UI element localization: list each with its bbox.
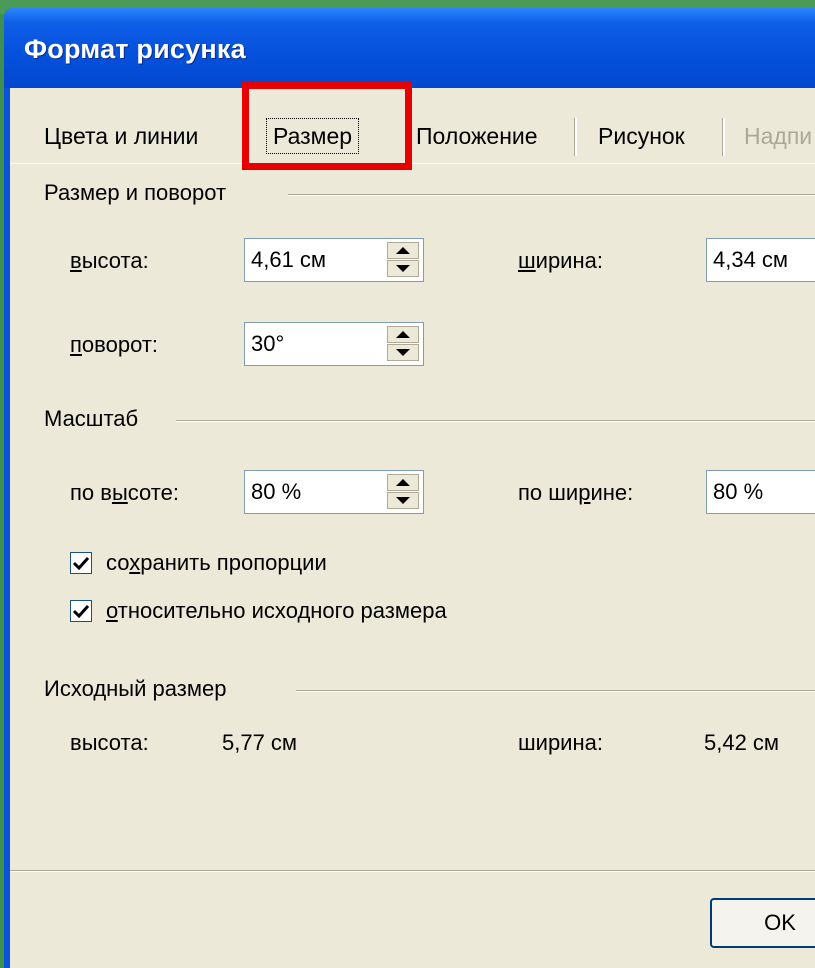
ok-button[interactable]: OK bbox=[710, 898, 815, 948]
arrow-down-icon bbox=[396, 497, 410, 504]
relative-original-checkbox[interactable] bbox=[70, 600, 92, 622]
tab-strip: Цвета и линии Размер Положение Рисунок Н… bbox=[10, 82, 815, 170]
original-height-value: 5,77 см bbox=[222, 730, 298, 755]
scale-width-label: по ширине: bbox=[518, 480, 634, 505]
rotation-spinner[interactable]: 30° bbox=[244, 322, 424, 366]
original-height-label: высота: bbox=[70, 730, 149, 755]
scale-height-spin-buttons[interactable] bbox=[387, 474, 419, 510]
group-size-rotation-header: Размер и поворот bbox=[44, 180, 227, 205]
scale-height-spin-up[interactable] bbox=[387, 474, 419, 491]
width-label: ширина: bbox=[518, 248, 603, 273]
original-width-label: ширина: bbox=[518, 730, 603, 755]
original-width-value: 5,42 см bbox=[704, 730, 780, 755]
rotation-label: поворот: bbox=[70, 332, 159, 357]
height-spin-down[interactable] bbox=[387, 260, 419, 277]
title-bar[interactable]: Формат рисунка bbox=[4, 8, 815, 88]
tab-colors-lines[interactable]: Цвета и линии bbox=[38, 112, 204, 160]
group-scale-header: Масштаб bbox=[44, 406, 139, 431]
arrow-down-icon bbox=[396, 265, 410, 272]
group-divider bbox=[288, 194, 815, 196]
rotation-spin-buttons[interactable] bbox=[387, 326, 419, 362]
scale-height-label: по высоте: bbox=[70, 480, 179, 505]
scale-width-spinner[interactable]: 80 % bbox=[706, 470, 815, 514]
arrow-up-icon bbox=[396, 247, 410, 254]
scale-width-input[interactable]: 80 % bbox=[713, 479, 763, 505]
group-divider bbox=[296, 690, 815, 692]
height-spinner[interactable]: 4,61 см bbox=[244, 238, 424, 282]
keep-ratio-checkbox[interactable] bbox=[70, 552, 92, 574]
arrow-up-icon bbox=[396, 479, 410, 486]
rotation-spin-down[interactable] bbox=[387, 344, 419, 361]
scale-height-spinner[interactable]: 80 % bbox=[244, 470, 424, 514]
rotation-spin-up[interactable] bbox=[387, 326, 419, 343]
arrow-up-icon bbox=[396, 331, 410, 338]
format-picture-dialog: Формат рисунка Цвета и линии Размер Поло… bbox=[4, 8, 815, 968]
checkmark-icon bbox=[73, 604, 89, 618]
width-spinner[interactable]: 4,34 см bbox=[706, 238, 815, 282]
group-divider bbox=[176, 420, 815, 422]
tab-textbox[interactable]: Надпи bbox=[738, 112, 815, 160]
relative-original-label[interactable]: относительно исходного размера bbox=[106, 598, 447, 624]
footer-divider bbox=[10, 870, 815, 872]
rotation-input[interactable]: 30° bbox=[251, 331, 284, 357]
tab-separator bbox=[574, 118, 577, 156]
height-spin-buttons[interactable] bbox=[387, 242, 419, 278]
dialog-body: Цвета и линии Размер Положение Рисунок Н… bbox=[10, 82, 815, 968]
group-original-size-header: Исходный размер bbox=[44, 676, 227, 701]
scale-height-spin-down[interactable] bbox=[387, 492, 419, 509]
arrow-down-icon bbox=[396, 349, 410, 356]
tab-separator bbox=[722, 118, 725, 156]
width-input[interactable]: 4,34 см bbox=[713, 247, 788, 273]
keep-ratio-label[interactable]: сохранить пропорции bbox=[106, 550, 327, 576]
tab-picture[interactable]: Рисунок bbox=[592, 112, 691, 160]
height-label: высота: bbox=[70, 248, 149, 273]
height-spin-up[interactable] bbox=[387, 242, 419, 259]
checkmark-icon bbox=[73, 556, 89, 570]
red-highlight-box bbox=[242, 82, 412, 170]
tab-position[interactable]: Положение bbox=[410, 112, 544, 160]
height-input[interactable]: 4,61 см bbox=[251, 247, 326, 273]
dialog-title: Формат рисунка bbox=[24, 34, 246, 64]
tab-underline bbox=[10, 163, 815, 164]
scale-height-input[interactable]: 80 % bbox=[251, 479, 301, 505]
